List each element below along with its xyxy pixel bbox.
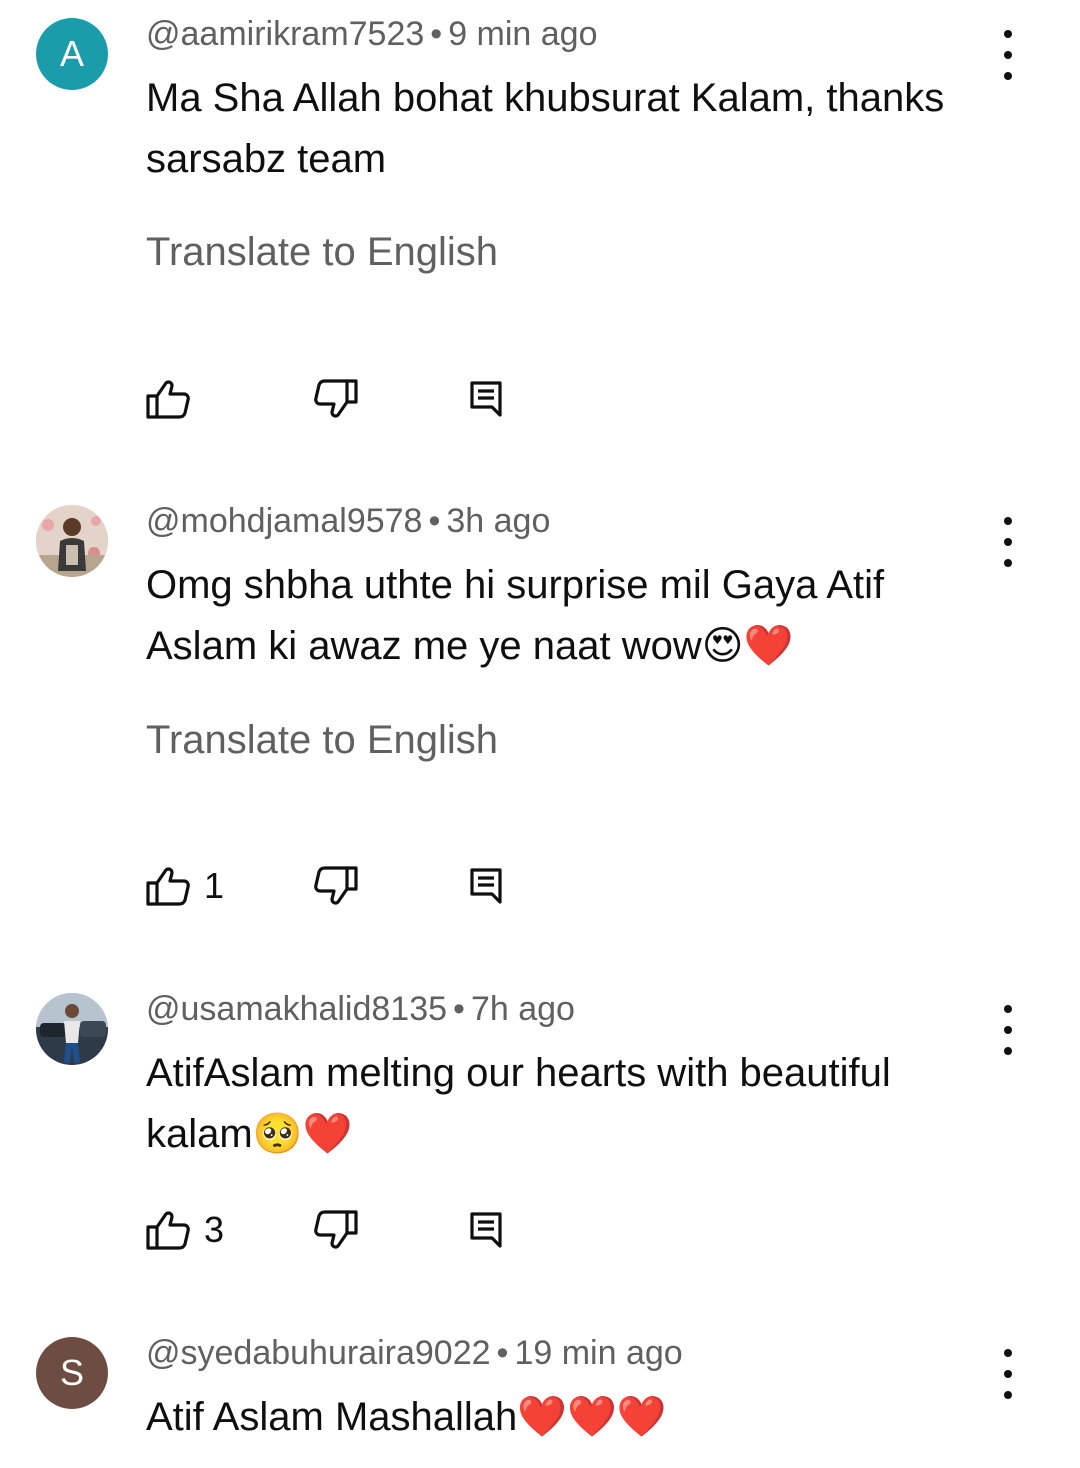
thumbs-down-icon [314,866,358,905]
comment-emojis: ❤️❤️❤️ [517,1394,667,1440]
thumbs-down-icon [314,379,358,418]
comment-text-content: Atif Aslam Mashallah [146,1395,518,1439]
thumbs-up-icon [146,380,190,419]
like-count: 3 [204,1209,225,1250]
comment-time: 19 min ago [514,1334,683,1372]
comment-text: Omg shbha uthte hi surprise mil Gaya Ati… [146,555,996,677]
avatar-photo [36,505,108,577]
comment-text: AtifAslam melting our hearts with beauti… [146,1043,996,1165]
thumbs-up-icon [146,1211,190,1250]
avatar[interactable]: S [36,1337,108,1409]
reply-button[interactable] [470,861,502,911]
thumbs-down-icon [314,1210,358,1249]
comment-text: Atif Aslam Mashallah❤️❤️❤️ [146,1387,996,1448]
translate-button[interactable]: Translate to English [146,228,498,276]
comment-actions: 3 [146,1205,546,1255]
comment-time: 7h ago [470,990,575,1028]
dislike-button[interactable] [314,1205,358,1255]
comment-username[interactable]: @mohdjamal9578 [146,502,422,540]
reply-icon [470,1212,502,1248]
more-vertical-icon[interactable] [988,30,1028,80]
comment-emojis: 😍❤️ [701,623,794,669]
comment-username[interactable]: @aamirikram7523 [146,15,424,53]
comment-meta: @mohdjamal9578 • 3h ago [146,501,550,541]
comment-emojis: 🥺❤️ [252,1111,353,1157]
avatar[interactable]: A [36,18,108,90]
comment-actions: 1 [146,861,546,911]
meta-separator: • [453,990,465,1028]
comment-username[interactable]: @usamakhalid8135 [146,990,447,1028]
like-button[interactable]: 3 [146,1205,224,1255]
comment-meta: @syedabuhuraira9022 • 19 min ago [146,1333,683,1373]
dislike-button[interactable] [314,374,358,424]
meta-separator: • [496,1334,509,1372]
thumbs-up-icon [146,867,190,906]
translate-button[interactable]: Translate to English [146,716,498,764]
comment-text: Ma Sha Allah bohat khubsurat Kalam, than… [146,76,945,181]
comment-actions [146,374,546,424]
comment-time: 3h ago [446,502,551,540]
avatar-photo [36,993,108,1065]
dislike-button[interactable] [314,861,358,911]
avatar[interactable] [36,505,108,577]
reply-button[interactable] [470,374,502,424]
comment-meta: @usamakhalid8135 • 7h ago [146,989,575,1029]
comment-time: 9 min ago [448,15,598,53]
meta-separator: • [430,15,443,53]
meta-separator: • [428,502,441,540]
reply-icon [470,868,502,904]
like-button[interactable] [146,374,204,424]
like-count: 1 [204,865,225,906]
reply-button[interactable] [470,1205,502,1255]
avatar[interactable] [36,993,108,1065]
more-vertical-icon[interactable] [988,1005,1028,1055]
reply-icon [470,381,502,417]
like-button[interactable]: 1 [146,861,224,911]
more-vertical-icon[interactable] [988,1349,1028,1399]
comment-meta: @aamirikram7523 • 9 min ago [146,14,598,54]
comment-username[interactable]: @syedabuhuraira9022 [146,1334,491,1372]
more-vertical-icon[interactable] [988,517,1028,567]
